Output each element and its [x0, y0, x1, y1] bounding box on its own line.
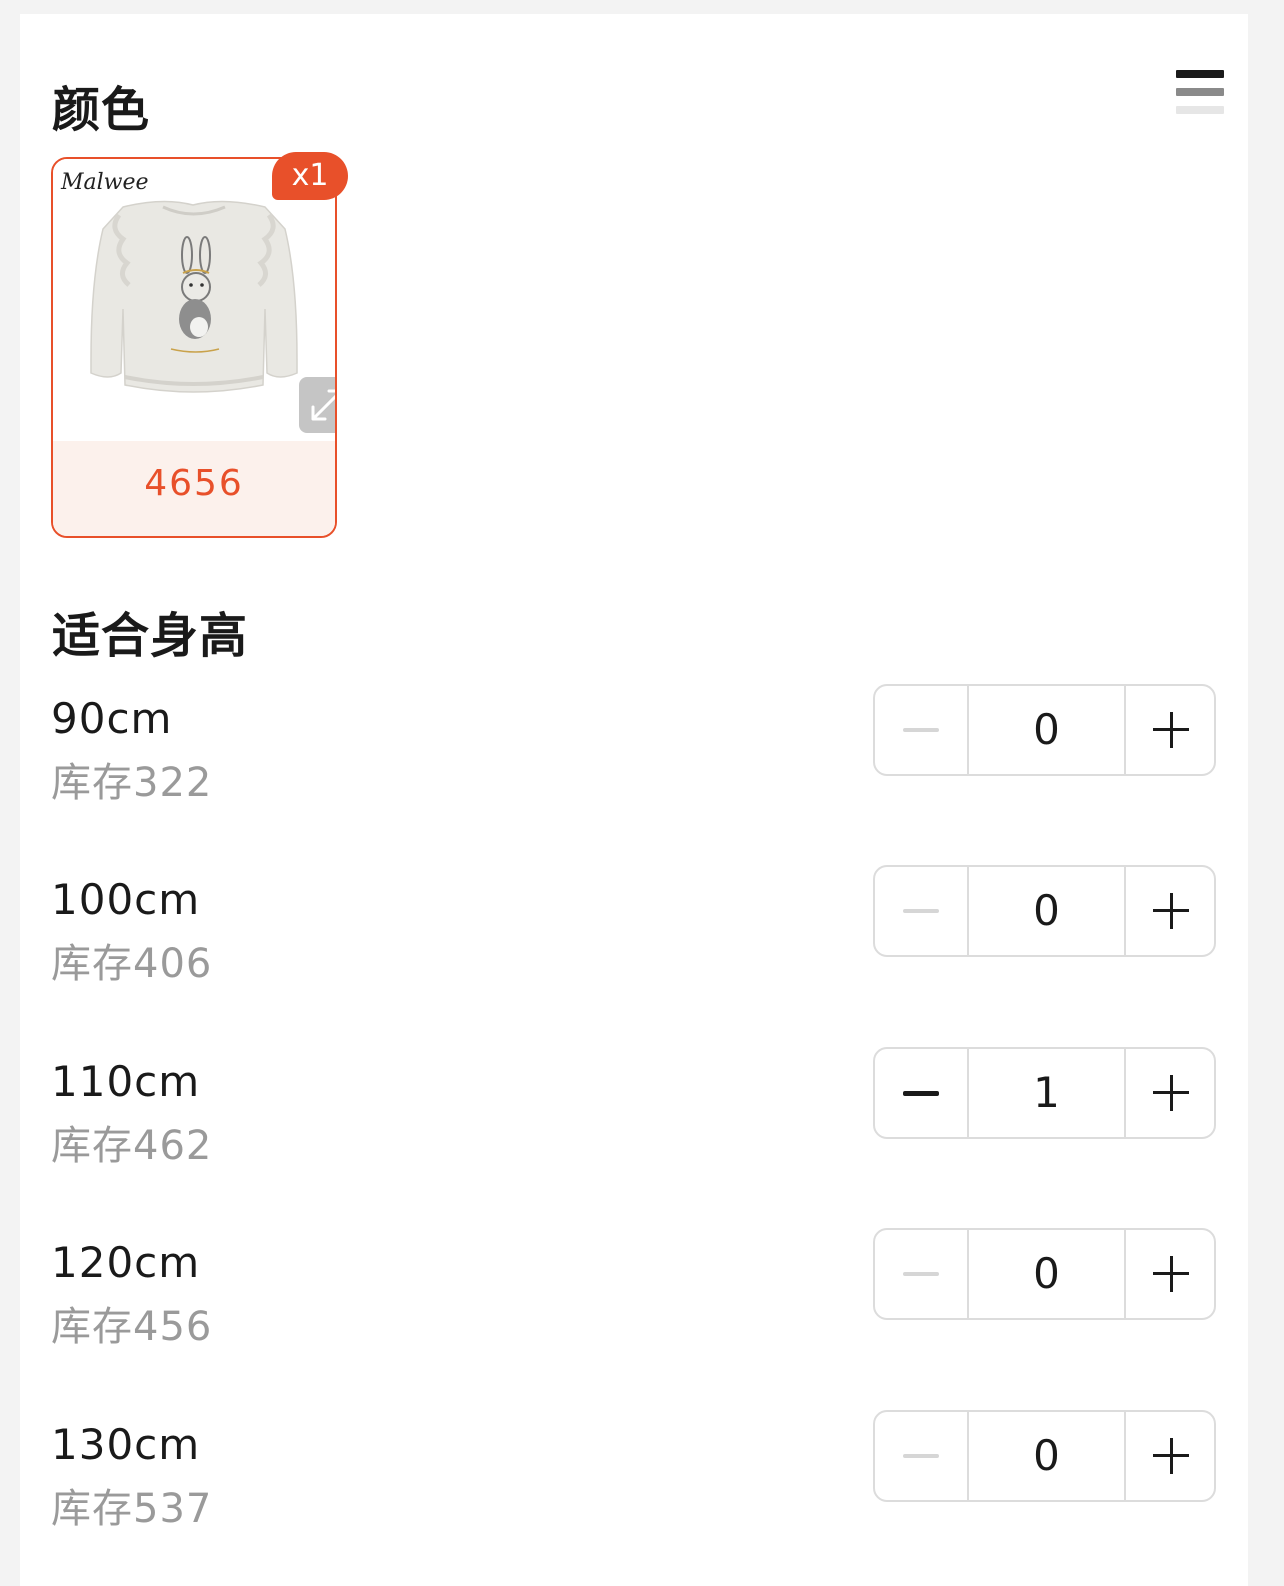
quantity-stepper: 0 [873, 1410, 1216, 1502]
plus-icon[interactable] [1126, 1049, 1216, 1137]
size-row-120cm: 120cm 库存456 0 [20, 1228, 1248, 1358]
plus-icon[interactable] [1126, 1230, 1216, 1318]
list-layout-icon[interactable] [1176, 70, 1224, 120]
expand-icon[interactable] [299, 377, 335, 433]
quantity-value[interactable]: 0 [969, 1412, 1126, 1500]
plus-icon[interactable] [1126, 686, 1216, 774]
minus-icon[interactable] [875, 1049, 969, 1137]
size-row-110cm: 110cm 库存462 1 [20, 1047, 1248, 1177]
quantity-value[interactable]: 0 [969, 867, 1126, 955]
quantity-value[interactable]: 0 [969, 686, 1126, 774]
size-stock: 库存406 [51, 941, 213, 987]
size-name: 110cm [51, 1057, 201, 1106]
size-stock: 库存322 [51, 760, 213, 806]
quantity-value[interactable]: 1 [969, 1049, 1126, 1137]
minus-icon[interactable] [875, 1412, 969, 1500]
size-name: 130cm [51, 1420, 201, 1469]
quantity-stepper: 0 [873, 1228, 1216, 1320]
swatch-label: 4656 [144, 463, 244, 504]
size-row-90cm: 90cm 库存322 0 [20, 684, 1248, 814]
sku-selector-panel: 颜色 Malwee 4656 x1 适合身高 90cm 库存322 0 100c… [20, 14, 1248, 1586]
brand-logo: Malwee [60, 170, 149, 195]
size-row-130cm: 130cm 库存537 0 [20, 1410, 1248, 1540]
size-name: 100cm [51, 875, 201, 924]
minus-icon[interactable] [875, 1230, 969, 1318]
plus-icon[interactable] [1126, 867, 1216, 955]
quantity-stepper: 1 [873, 1047, 1216, 1139]
size-stock: 库存456 [51, 1304, 213, 1350]
color-swatch-4656[interactable]: Malwee 4656 [51, 157, 337, 538]
minus-icon[interactable] [875, 867, 969, 955]
size-name: 120cm [51, 1238, 201, 1287]
product-image: Malwee [53, 159, 335, 441]
quantity-stepper: 0 [873, 684, 1216, 776]
size-stock: 库存537 [51, 1486, 213, 1532]
quantity-stepper: 0 [873, 865, 1216, 957]
swatch-label-area: 4656 [53, 441, 335, 536]
size-row-100cm: 100cm 库存406 0 [20, 865, 1248, 995]
size-name: 90cm [51, 694, 173, 743]
plus-icon[interactable] [1126, 1412, 1216, 1500]
height-section-title: 适合身高 [52, 608, 249, 664]
color-section-title: 颜色 [52, 82, 151, 138]
quantity-value[interactable]: 0 [969, 1230, 1126, 1318]
size-stock: 库存462 [51, 1123, 213, 1169]
minus-icon[interactable] [875, 686, 969, 774]
selected-count-badge: x1 [272, 152, 348, 200]
